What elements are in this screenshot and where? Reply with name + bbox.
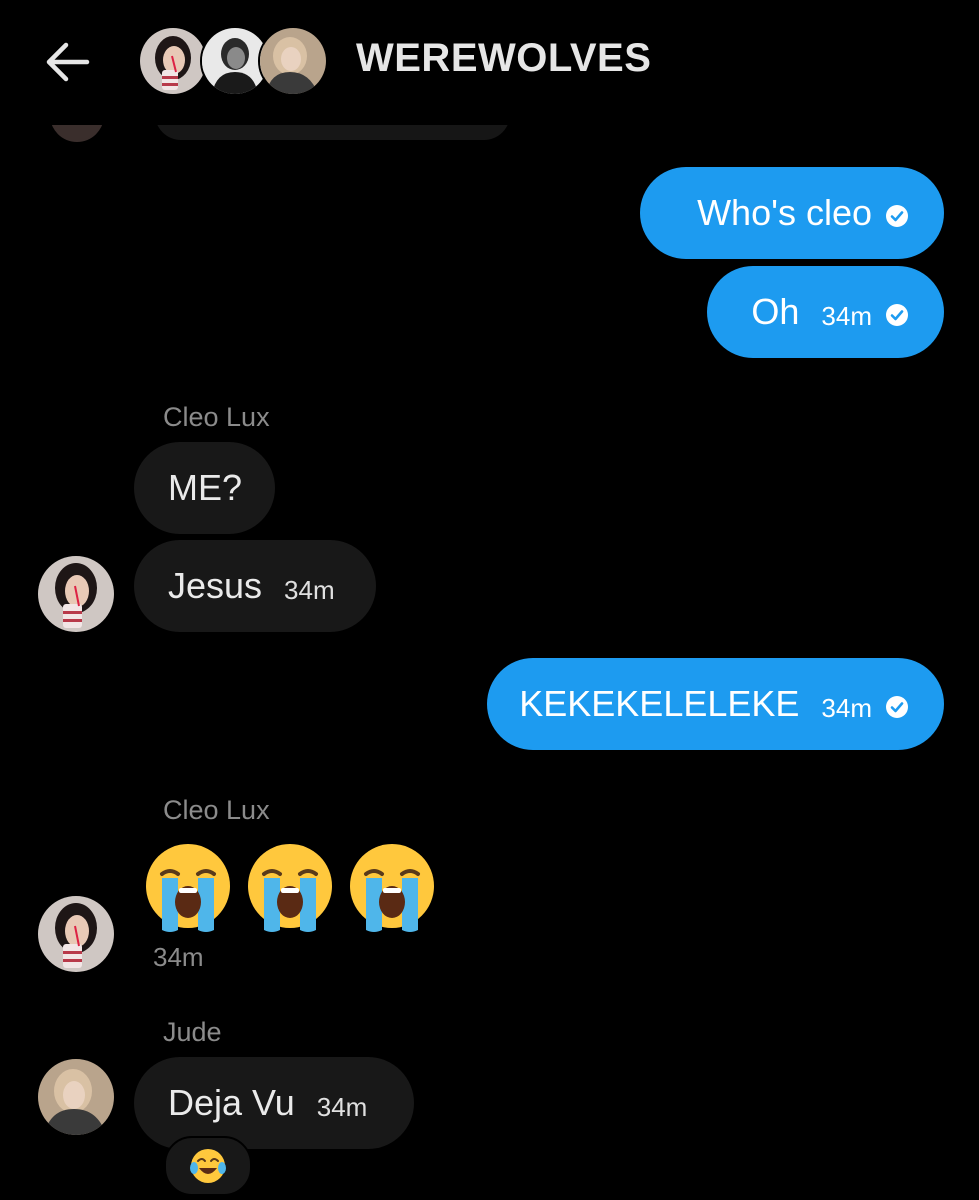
message-timestamp: 34m xyxy=(316,1091,368,1122)
group-avatars[interactable] xyxy=(138,26,328,96)
check-circle-icon xyxy=(886,205,908,227)
avatar-jude-icon[interactable] xyxy=(38,1059,114,1135)
avatar-jude-icon xyxy=(258,26,328,96)
chat-header: WEREWOLVES xyxy=(0,0,979,125)
message-bubble-outgoing[interactable]: KEKEKELELEKE 34m xyxy=(487,658,944,750)
message-text: Oh xyxy=(751,291,800,332)
message-bubble-outgoing[interactable]: Oh 34m xyxy=(707,266,944,358)
message-text: Jesus xyxy=(168,565,263,606)
reaction-badge[interactable] xyxy=(164,1136,252,1196)
arrow-left-icon xyxy=(46,42,90,82)
chat-title: WEREWOLVES xyxy=(356,36,652,80)
avatar-cleo-icon xyxy=(138,26,208,96)
emoji-message[interactable] xyxy=(140,840,446,936)
avatar-cleo-icon[interactable] xyxy=(38,556,114,632)
sender-name: Cleo Lux xyxy=(163,795,270,825)
loudly-crying-face-icon xyxy=(344,840,440,936)
message-bubble-incoming[interactable]: Deja Vu 34m xyxy=(134,1057,414,1149)
sender-name: Jude xyxy=(163,1017,222,1047)
message-timestamp: 34m xyxy=(284,574,335,605)
avatar-cleo-icon[interactable] xyxy=(38,896,114,972)
message-text: ME? xyxy=(168,467,243,508)
check-circle-icon xyxy=(886,696,908,718)
message-text: KEKEKELELEKE xyxy=(519,683,800,724)
back-button[interactable] xyxy=(40,36,96,88)
loudly-crying-face-icon xyxy=(242,840,338,936)
message-bubble-incoming[interactable]: Jesus 34m xyxy=(134,540,376,632)
face-with-tears-of-joy-icon xyxy=(190,1149,226,1183)
message-timestamp: 34m xyxy=(821,300,872,331)
message-timestamp: 34m xyxy=(153,942,204,972)
sender-name: Cleo Lux xyxy=(163,402,270,432)
message-bubble-outgoing[interactable]: Who's cleo xyxy=(640,167,944,259)
loudly-crying-face-icon xyxy=(140,840,236,936)
message-text: Who's cleo xyxy=(697,192,872,233)
check-circle-icon xyxy=(886,304,908,326)
message-bubble-incoming[interactable]: ME? xyxy=(134,442,275,534)
message-timestamp: 34m xyxy=(821,692,872,723)
message-text: Deja Vu xyxy=(168,1082,295,1123)
